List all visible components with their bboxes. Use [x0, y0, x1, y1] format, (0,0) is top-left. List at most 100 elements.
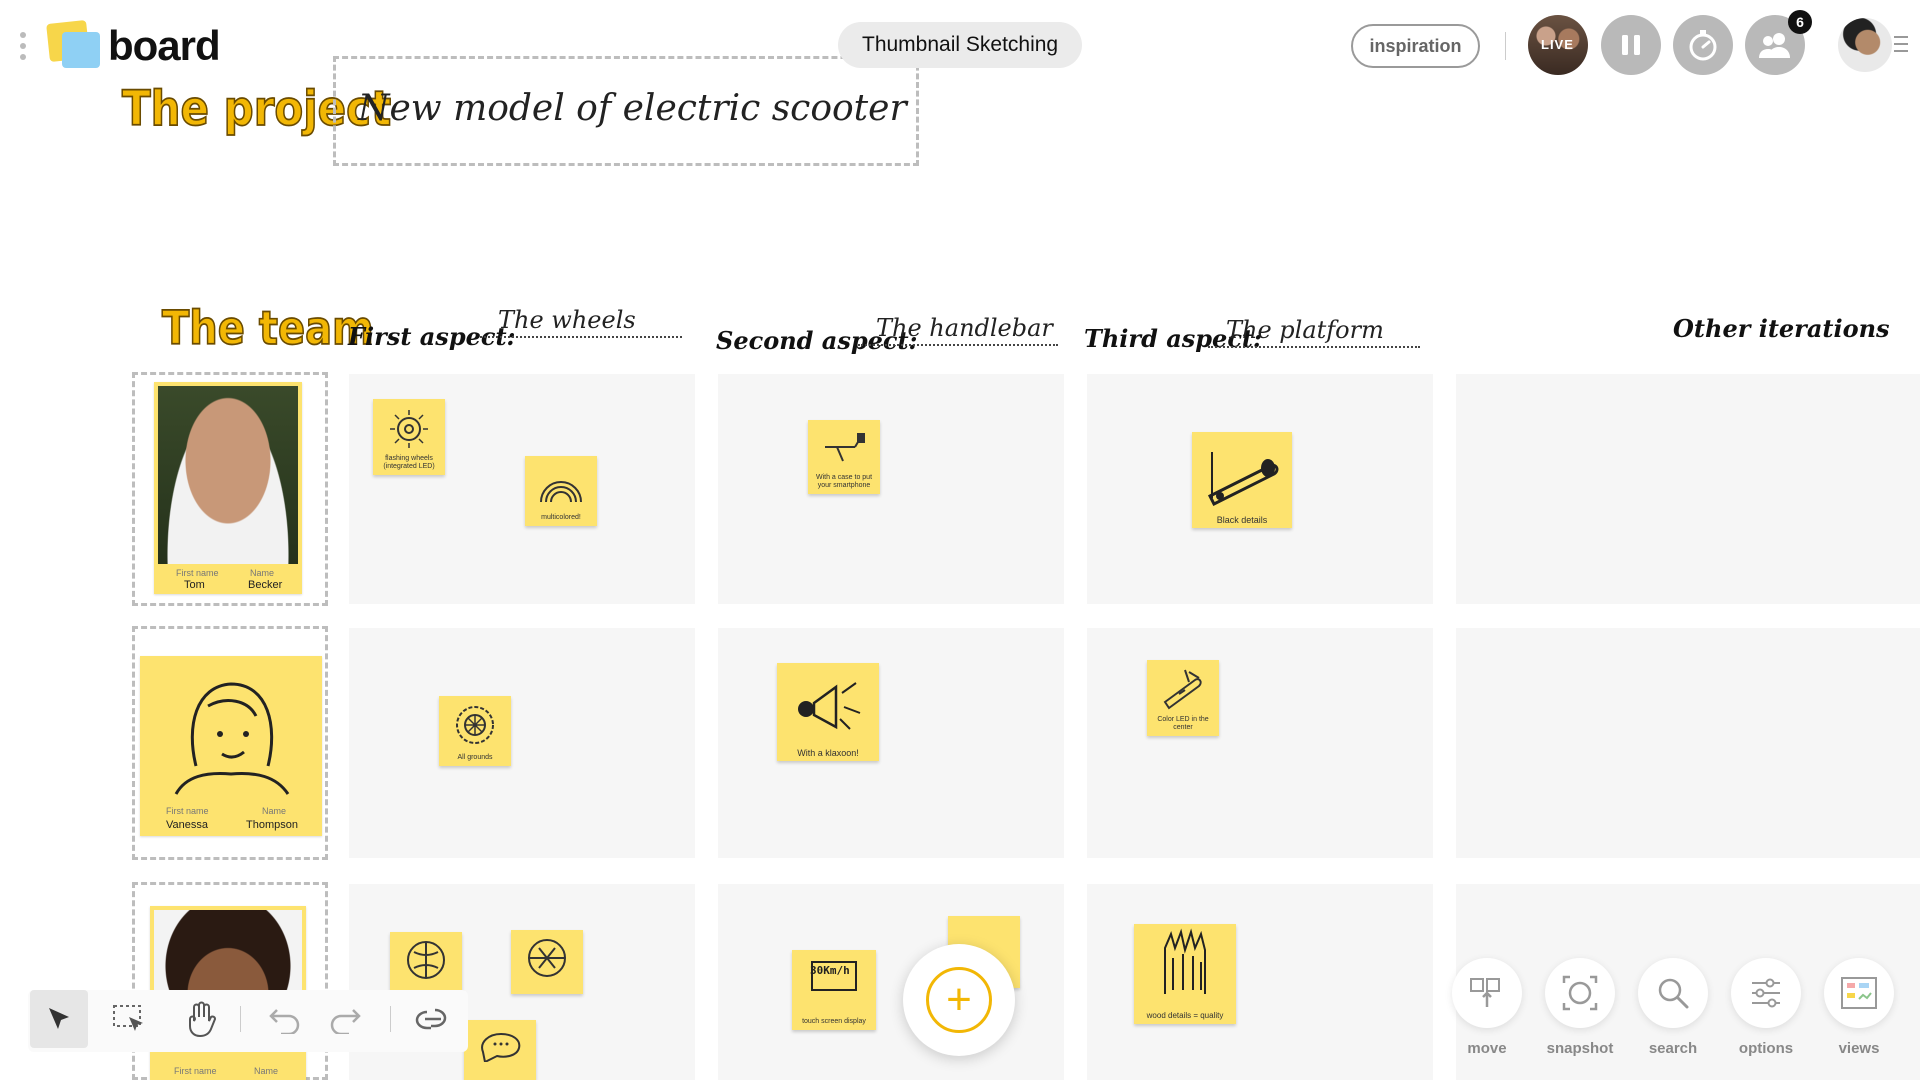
sticky-note[interactable]	[511, 930, 583, 994]
undo-icon	[269, 1009, 300, 1034]
people-icon	[1759, 33, 1790, 58]
undo-button[interactable]	[256, 990, 314, 1048]
inspiration-button[interactable]: inspiration	[1351, 24, 1480, 68]
hand-pan-icon	[189, 1001, 217, 1037]
timer-button[interactable]	[1673, 15, 1733, 75]
redo-icon	[330, 1009, 361, 1034]
move-label: move	[1467, 1040, 1507, 1057]
cell-r2-c1[interactable]	[349, 628, 695, 858]
pause-button[interactable]	[1601, 15, 1661, 75]
header-divider	[1505, 32, 1506, 60]
marquee-select-icon	[113, 1005, 143, 1031]
search-icon	[1658, 978, 1689, 1009]
sticky-note[interactable]: With a case to put your smartphone	[808, 420, 880, 494]
pan-tool-button[interactable]	[172, 990, 230, 1048]
camera-aperture-icon	[1562, 975, 1598, 1011]
sticky-note[interactable]: All grounds	[439, 696, 511, 766]
sticky-note[interactable]: 30Km/h touch screen display	[792, 950, 876, 1030]
sticky-note[interactable]: Black details	[1192, 432, 1292, 528]
toolbar-separator	[240, 1006, 241, 1032]
all-terrain-wheel-sketch-icon	[456, 706, 494, 744]
cell-r2-c3[interactable]	[1087, 628, 1433, 858]
aspect-3-value[interactable]: The platform	[1208, 316, 1420, 348]
scooter-platform-sketch-icon	[1207, 451, 1279, 506]
search-label: search	[1648, 1040, 1698, 1057]
flashing-wheel-sketch-icon	[390, 409, 428, 448]
name-value: Thompson	[246, 819, 298, 831]
sliders-icon	[1752, 978, 1780, 1008]
sticky-note[interactable]: With a klaxoon!	[777, 663, 879, 761]
cell-r2-other[interactable]	[1456, 628, 1920, 858]
first-name-label: First name	[166, 806, 209, 816]
sticky-caption: flashing wheels (integrated LED)	[383, 455, 435, 470]
member-photo	[158, 386, 298, 564]
member-portrait-sketch	[174, 682, 290, 795]
sticky-caption: With a case to put your smartphone	[815, 474, 873, 489]
board-menu-handle[interactable]	[18, 32, 28, 64]
sticky-note[interactable]: Color LED in the center	[1147, 660, 1219, 736]
team-label: The team	[161, 302, 374, 357]
wheel-sketch-icon	[528, 939, 566, 977]
marquee-select-button[interactable]	[100, 990, 158, 1048]
sticky-caption: With a klaxoon!	[797, 748, 859, 758]
name-label: Name	[254, 1066, 279, 1076]
drawing-toolbar	[28, 990, 468, 1052]
rainbow-wheel-sketch-icon	[540, 481, 582, 503]
project-title[interactable]: New model of electric scooter	[358, 88, 907, 129]
sticky-caption: wood details = quality	[1146, 1011, 1224, 1020]
speech-bubble-sketch-icon	[481, 1032, 521, 1062]
handlebar-phone-sketch-icon	[825, 433, 865, 462]
aspect-1-value[interactable]: The wheels	[480, 306, 682, 338]
options-label: options	[1738, 1040, 1794, 1057]
link-icon	[415, 1008, 447, 1030]
snapshot-button[interactable]	[1545, 958, 1615, 1028]
move-button[interactable]	[1452, 958, 1522, 1028]
user-avatar[interactable]	[1838, 18, 1892, 72]
views-icon	[1841, 977, 1877, 1009]
sticky-caption: Black details	[1216, 515, 1268, 525]
name-value: Becker	[248, 579, 283, 591]
pointer-arrow-icon	[49, 1008, 69, 1029]
sticky-caption: touch screen display	[802, 1018, 866, 1025]
search-button[interactable]	[1638, 958, 1708, 1028]
pause-icon	[1622, 35, 1640, 55]
klaxoon-horn-sketch-icon	[798, 681, 861, 730]
select-tool-button[interactable]	[30, 990, 88, 1048]
led-platform-sketch-icon	[1163, 669, 1202, 710]
live-label: LIVE	[1541, 37, 1574, 52]
first-name-value: Tom	[184, 579, 205, 591]
first-name-label: First name	[176, 568, 219, 578]
name-label: Name	[250, 568, 275, 578]
views-button[interactable]	[1824, 958, 1894, 1028]
other-iterations-label: Other iterations	[1673, 314, 1890, 343]
brand-name: board	[108, 22, 221, 69]
first-name-label: First name	[174, 1066, 217, 1076]
snapshot-label: snapshot	[1546, 1040, 1614, 1057]
cell-r2-c2[interactable]	[718, 628, 1064, 858]
cell-r1-other[interactable]	[1456, 374, 1920, 604]
move-hand-icon	[1470, 978, 1500, 1007]
sticky-note[interactable]	[464, 1020, 536, 1080]
redo-button[interactable]	[316, 990, 374, 1048]
member-card-tom[interactable]: First name Name Tom Becker	[154, 382, 302, 594]
sticky-note[interactable]: wood details = quality	[1134, 924, 1236, 1024]
sticky-caption: All grounds	[457, 754, 493, 761]
sticky-note[interactable]	[390, 932, 462, 996]
wood-texture-sketch-icon	[1164, 928, 1206, 994]
board-logo	[46, 20, 100, 68]
toolbar-separator	[390, 1006, 391, 1032]
cell-r1-c2[interactable]	[718, 374, 1064, 604]
hamburger-menu-icon[interactable]	[1894, 36, 1908, 57]
session-name[interactable]: Thumbnail Sketching	[838, 22, 1083, 68]
options-button[interactable]	[1731, 958, 1801, 1028]
first-name-value: Vanessa	[166, 819, 208, 831]
add-content-button[interactable]: +	[903, 944, 1015, 1056]
wheel-sketch-icon	[407, 941, 445, 979]
sticky-note[interactable]: flashing wheels (integrated LED)	[373, 399, 445, 475]
member-card-vanessa[interactable]: First name Name Vanessa Thompson	[140, 656, 322, 836]
views-label: views	[1838, 1040, 1880, 1057]
link-tool-button[interactable]	[404, 990, 462, 1048]
sticky-note[interactable]: multicolored!	[525, 456, 597, 526]
aspect-2-value[interactable]: The handlebar	[858, 314, 1058, 346]
name-label: Name	[262, 806, 287, 816]
